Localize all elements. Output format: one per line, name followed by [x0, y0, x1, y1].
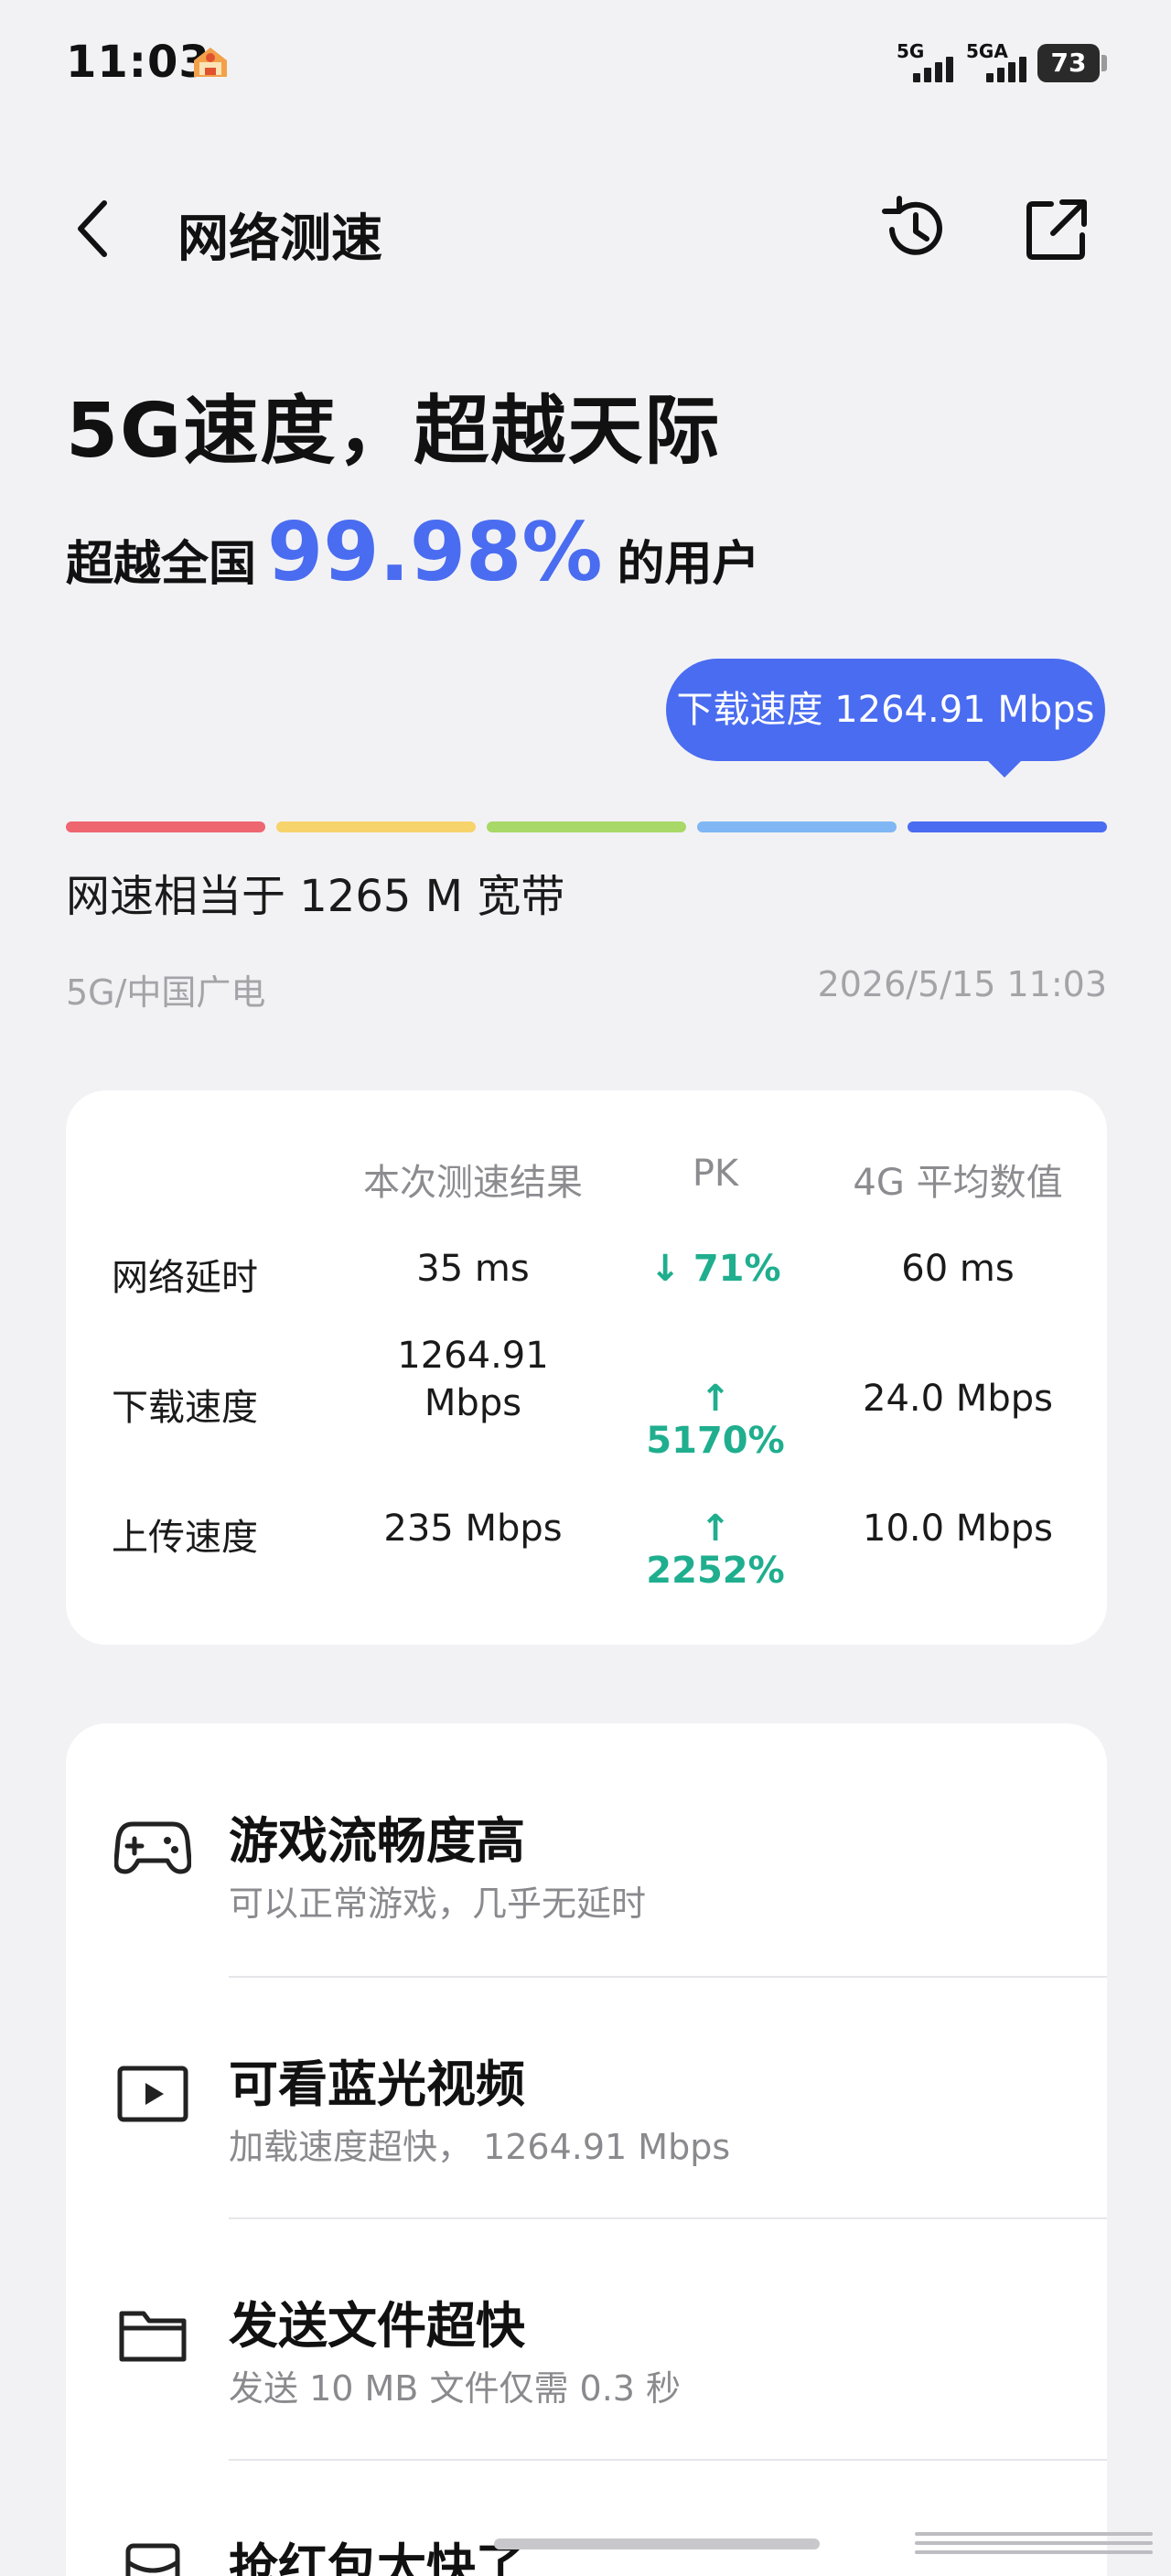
feature-title: 可看蓝光视频 — [229, 2055, 525, 2113]
speed-scale-bar — [66, 821, 1107, 832]
latency-pk: ↓ 71% — [650, 1248, 781, 1290]
upload-pk: ↑ 2252% — [646, 1508, 785, 1592]
download-average: 24.0 Mbps — [863, 1378, 1053, 1420]
status-bar: 11:03 5G 5GA 73 — [0, 0, 1171, 128]
arrow-up-icon: ↑ — [700, 1508, 731, 1550]
red-packet-icon — [113, 2538, 192, 2576]
floating-handle-icon[interactable] — [915, 2532, 1153, 2569]
rank-prefix: 超越全国 — [66, 537, 257, 592]
arrow-up-icon: ↑ — [700, 1378, 731, 1420]
rank-suffix: 的用户 — [617, 537, 760, 592]
feature-subtitle: 加载速度超快， 1264.91 Mbps — [229, 2127, 731, 2167]
comparison-table: 本次测速结果 PK 4G 平均数值 网络延时 35 ms ↓ 71% 60 ms… — [66, 1090, 1107, 1645]
feature-item-file-transfer[interactable]: 发送文件超快 发送 10 MB 文件仅需 0.3 秒 — [66, 2219, 1107, 2461]
scale-segment-4 — [697, 821, 897, 832]
feature-title: 游戏流畅度高 — [229, 1812, 525, 1870]
back-button[interactable] — [55, 192, 128, 265]
play-video-icon — [113, 2055, 192, 2133]
feature-title: 发送文件超快 — [229, 2297, 525, 2355]
latency-result: 35 ms — [416, 1248, 530, 1290]
latency-average: 60 ms — [901, 1248, 1015, 1290]
download-result: 1264.91 Mbps — [397, 1335, 549, 1424]
column-header-average: 4G 平均数值 — [853, 1162, 1063, 1204]
scale-segment-5 — [908, 821, 1107, 832]
history-button[interactable] — [873, 188, 955, 271]
signal-5g-icon: 5G — [897, 40, 961, 86]
bubble-pointer — [984, 757, 1025, 778]
test-timestamp: 2026/5/15 11:03 — [817, 964, 1107, 1004]
broadband-equivalent: 网速相当于 1265 M 宽带 — [66, 871, 565, 922]
rank-percent: 99.98% — [267, 505, 603, 599]
signal-5ga-icon: 5GA — [966, 40, 1036, 86]
row-label-download: 下载速度 — [112, 1387, 258, 1429]
upload-result: 235 Mbps — [383, 1508, 563, 1550]
speed-test-screen: 11:03 5G 5GA 73 网络测速 5G速度，超越天际 超越全国 99.9… — [0, 0, 1171, 2576]
gamepad-icon — [113, 1808, 192, 1886]
home-indicator[interactable] — [494, 2538, 820, 2549]
chevron-left-icon — [78, 200, 107, 257]
scale-segment-2 — [276, 821, 476, 832]
upload-average: 10.0 Mbps — [863, 1508, 1053, 1550]
feature-item-gaming[interactable]: 游戏流畅度高 可以正常游戏，几乎无延时 — [66, 1723, 1107, 1978]
feature-subtitle: 发送 10 MB 文件仅需 0.3 秒 — [229, 2368, 682, 2409]
battery-icon: 73 — [1037, 44, 1107, 82]
notification-app-icon — [190, 44, 231, 80]
share-button[interactable] — [1015, 188, 1098, 271]
feature-subtitle: 可以正常游戏，几乎无延时 — [229, 1884, 647, 1924]
row-label-latency: 网络延时 — [112, 1257, 258, 1299]
app-header: 网络测速 — [0, 165, 1171, 284]
folder-icon — [113, 2296, 192, 2375]
feature-item-video[interactable]: 可看蓝光视频 加载速度超快， 1264.91 Mbps — [66, 1978, 1107, 2219]
feature-list: 游戏流畅度高 可以正常游戏，几乎无延时 可看蓝光视频 加载速度超快， 1264.… — [66, 1723, 1107, 2576]
arrow-down-icon: ↓ — [650, 1248, 681, 1290]
row-label-upload: 上传速度 — [112, 1517, 258, 1559]
scale-segment-1 — [66, 821, 265, 832]
rank-line: 超越全国 99.98% 的用户 — [66, 505, 760, 599]
result-headline: 5G速度，超越天际 — [66, 388, 722, 475]
download-pk: ↑ 5170% — [646, 1378, 785, 1462]
download-speed-bubble: 下载速度 1264.91 Mbps — [666, 659, 1105, 761]
share-external-icon — [1026, 199, 1087, 260]
scale-segment-3 — [487, 821, 686, 832]
page-title: 网络测速 — [177, 209, 382, 269]
status-time: 11:03 — [66, 37, 210, 88]
feature-title: 抢红包太快了 — [229, 2538, 525, 2576]
column-header-result: 本次测速结果 — [363, 1162, 583, 1204]
network-carrier: 5G/中国广电 — [66, 972, 266, 1013]
column-header-pk: PK — [692, 1153, 739, 1195]
history-clock-icon — [882, 196, 942, 255]
